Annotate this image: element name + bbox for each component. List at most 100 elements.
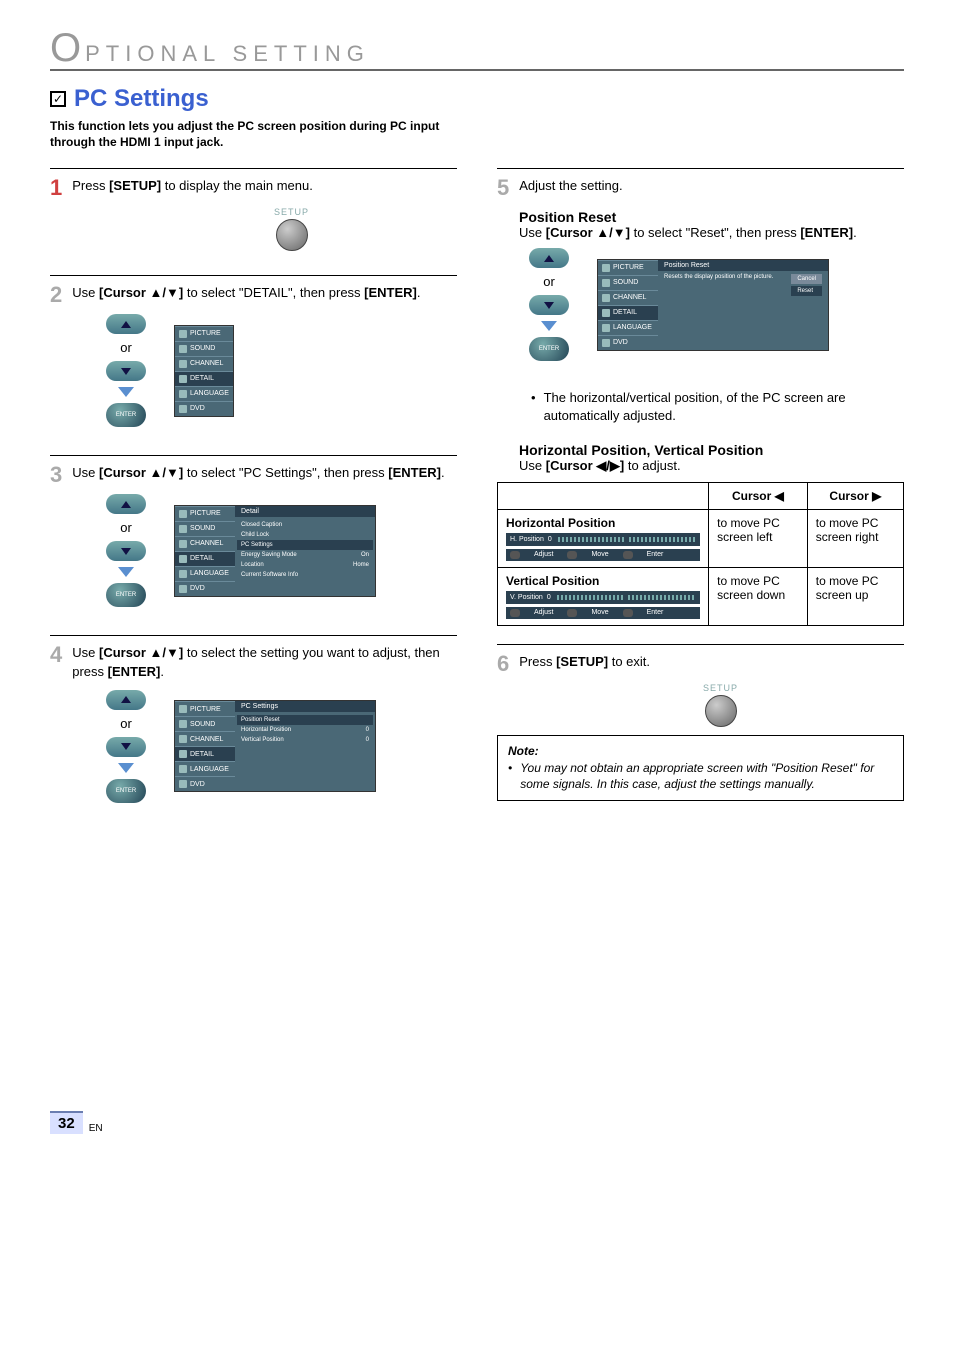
panel-title: Position Reset xyxy=(658,260,828,271)
setup-button-figure: SETUP xyxy=(126,207,457,251)
menu-item: PICTURE xyxy=(175,506,235,521)
enter-label: ENTER xyxy=(116,788,136,794)
step-2-key: [Cursor ▲/▼] xyxy=(99,285,183,300)
step-2-pre: Use xyxy=(72,285,99,300)
enter-label: ENTER xyxy=(539,346,559,352)
step-number: 2 xyxy=(50,284,62,306)
menu-item: DVD xyxy=(175,581,235,596)
vpos-left: to move PC screen down xyxy=(709,567,808,625)
step-3-key2: [ENTER] xyxy=(388,465,441,480)
menu-item: SOUND xyxy=(598,275,658,290)
reset-button: Reset xyxy=(791,286,822,296)
panel-row: Vertical Position0 xyxy=(241,735,369,745)
position-reset-heading: Position Reset xyxy=(519,209,904,225)
enter-label: ENTER xyxy=(116,412,136,418)
osd-position-reset: PICTURE SOUND CHANNEL DETAIL LANGUAGE DV… xyxy=(597,259,829,351)
menu-item: LANGUAGE xyxy=(175,761,235,776)
step-6-post: to exit. xyxy=(608,654,650,669)
menu-item: DVD xyxy=(598,335,658,350)
step-number: 6 xyxy=(497,653,509,675)
step-2: 2 Use [Cursor ▲/▼] to select "DETAIL", t… xyxy=(50,284,457,306)
step-4: 4 Use [Cursor ▲/▼] to select the setting… xyxy=(50,644,457,682)
enter-button-icon: ENTER xyxy=(529,337,569,361)
helper-enter-icon xyxy=(623,609,633,617)
step-6: 6 Press [SETUP] to exit. xyxy=(497,653,904,675)
menu-item: PICTURE xyxy=(175,701,235,716)
step-1: 1 Press [SETUP] to display the main menu… xyxy=(50,177,457,199)
footer-lang: EN xyxy=(89,1123,103,1134)
menu-item-channel: CHANNEL xyxy=(175,356,233,371)
note-text: You may not obtain an appropriate screen… xyxy=(520,760,893,792)
vpos-title: Vertical Position xyxy=(506,574,599,588)
setup-label: SETUP xyxy=(703,683,738,693)
menu-item: DETAIL xyxy=(598,305,658,320)
cursor-up-icon xyxy=(529,248,569,268)
position-table: Cursor ◀ Cursor ▶ Horizontal Position H.… xyxy=(497,482,904,626)
helper-adjust-icon xyxy=(510,609,520,617)
step-number: 1 xyxy=(50,177,62,199)
menu-item: CHANNEL xyxy=(598,290,658,305)
step-1-text-pre: Press xyxy=(72,178,109,193)
menu-item-sound: SOUND xyxy=(175,341,233,356)
cursor-up-icon xyxy=(106,314,146,334)
step-number: 5 xyxy=(497,177,509,199)
hpos-title: Horizontal Position xyxy=(506,516,615,530)
cursor-down-icon xyxy=(106,361,146,381)
pr-key: [Cursor ▲/▼] xyxy=(546,225,630,240)
cursor-down-icon xyxy=(529,295,569,315)
pr-pre: Use xyxy=(519,225,546,240)
menu-item-dvd: DVD xyxy=(175,401,233,416)
helper-enter-icon xyxy=(623,551,633,559)
step-number: 3 xyxy=(50,464,62,486)
or-text: or xyxy=(120,340,132,355)
step-5-text: Adjust the setting. xyxy=(519,177,622,196)
step-2-key2: [ENTER] xyxy=(364,285,417,300)
section-title: ✓ PC Settings xyxy=(50,85,904,113)
step-2-mid: to select "DETAIL", then press xyxy=(183,285,364,300)
menu-item: DETAIL xyxy=(175,551,235,566)
header-rest: PTIONAL SETTING xyxy=(85,41,370,67)
bullet-auto-adjust: •The horizontal/vertical position, of th… xyxy=(531,389,904,425)
panel-title: Detail xyxy=(235,506,375,517)
panel-row: Horizontal Position0 xyxy=(241,725,369,735)
navpad-figure-2: or ENTER PICTURE SOUND CHANNEL DETAIL LA… xyxy=(106,314,457,427)
panel-row: Child Lock xyxy=(241,530,369,540)
vpos-val: 0 xyxy=(547,594,551,601)
cursor-up-icon xyxy=(106,690,146,710)
navpad-figure-5: or ENTER PICTURE SOUND CHANNEL DETAIL LA… xyxy=(529,248,904,361)
menu-item: LANGUAGE xyxy=(598,320,658,335)
enter-button-icon: ENTER xyxy=(106,583,146,607)
hvpos-heading: Horizontal Position, Vertical Position xyxy=(519,442,904,458)
enter-button-icon: ENTER xyxy=(106,403,146,427)
step-5: 5 Adjust the setting. xyxy=(497,177,904,199)
setup-round-button-icon xyxy=(705,695,737,727)
pr-post: . xyxy=(853,225,857,240)
hpos-val: 0 xyxy=(548,536,552,543)
panel-row: Closed Caption xyxy=(241,520,369,530)
panel-row: LocationHome xyxy=(241,560,369,570)
setup-round-button-icon xyxy=(276,219,308,251)
page-number: 32 xyxy=(50,1111,83,1134)
note-title: Note: xyxy=(508,744,893,758)
down-arrow-icon xyxy=(541,321,557,331)
section-subtitle: This function lets you adjust the PC scr… xyxy=(50,119,480,150)
cursor-up-icon xyxy=(106,494,146,514)
vpos-label: V. Position xyxy=(510,594,543,601)
cursor-down-icon xyxy=(106,737,146,757)
osd-main-menu: PICTURE SOUND CHANNEL DETAIL LANGUAGE DV… xyxy=(174,325,234,417)
checkbox-icon: ✓ xyxy=(50,91,66,107)
step-4-pre: Use xyxy=(72,645,99,660)
menu-item: SOUND xyxy=(175,716,235,731)
vpos-cell: Vertical Position V. Position 0 Adjust M… xyxy=(498,567,709,625)
th-cursor-right: Cursor ▶ xyxy=(807,482,903,509)
or-text: or xyxy=(120,716,132,731)
step-3: 3 Use [Cursor ▲/▼] to select "PC Setting… xyxy=(50,464,457,486)
setup-label: SETUP xyxy=(274,207,309,217)
step-2-post: . xyxy=(417,285,421,300)
panel-title: PC Settings xyxy=(235,701,375,712)
step-3-post: . xyxy=(441,465,445,480)
menu-item-picture: PICTURE xyxy=(175,326,233,341)
down-arrow-icon xyxy=(118,387,134,397)
vpos-right: to move PC screen up xyxy=(807,567,903,625)
osd-pcsettings-menu: PICTURE SOUND CHANNEL DETAIL LANGUAGE DV… xyxy=(174,700,376,792)
